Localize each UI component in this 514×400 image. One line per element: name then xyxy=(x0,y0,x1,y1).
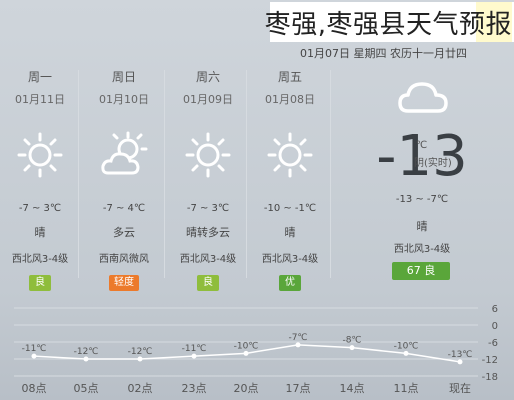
today-wind: 西北风3-4级 xyxy=(393,244,451,255)
temp-range: -10 ~ -1℃ xyxy=(263,203,317,214)
data-label: -10℃ xyxy=(394,341,419,351)
data-label: -10℃ xyxy=(234,341,259,351)
weekday-label: 周六 xyxy=(195,70,220,84)
aqi-badge: 优 xyxy=(279,275,301,291)
column-divider xyxy=(78,70,79,278)
y-tick-label: 0 xyxy=(492,321,498,332)
temp-range: -7 ~ 3℃ xyxy=(18,203,62,214)
today-temp-range: -13 ~ -7℃ xyxy=(395,194,449,205)
column-divider xyxy=(164,70,165,278)
weather-label: 多云 xyxy=(113,226,135,239)
forecast-day-4[interactable]: 周五 01月08日 -10 ~ -1℃ 晴 西北风3-4级 优 xyxy=(260,68,320,291)
today-panel: -13 ℃ 阴(实时) -13 ~ -7℃ 晴 西北风3-4级 67 良 xyxy=(330,68,514,288)
data-point xyxy=(349,345,355,351)
wind-label: 西北风3-4级 xyxy=(11,254,69,265)
data-point xyxy=(243,350,249,356)
x-tick-label: 23点 xyxy=(182,382,207,395)
x-tick-label: 02点 xyxy=(128,382,153,395)
weekday-label: 周五 xyxy=(277,70,302,84)
date-label: 01月11日 xyxy=(15,93,65,106)
temp-range: -7 ~ 3℃ xyxy=(186,203,230,214)
weather-label: 晴转多云 xyxy=(186,226,230,239)
x-tick-label: 20点 xyxy=(234,382,259,395)
wind-label: 西北风3-4级 xyxy=(261,254,319,265)
data-label: -13℃ xyxy=(448,350,473,360)
x-tick-label: 14点 xyxy=(340,382,365,395)
today-aqi-badge: 67 良 xyxy=(392,262,450,280)
data-point xyxy=(137,356,143,362)
temp-range: -7 ~ 4℃ xyxy=(102,203,146,214)
forecast-day-1[interactable]: 周一 01月11日 -7 ~ 3℃ 晴 西北风3-4级 良 xyxy=(10,68,70,291)
wind-label: 西南风微风 xyxy=(99,254,149,265)
data-point xyxy=(83,356,89,362)
x-tick-label: 08点 xyxy=(22,382,47,395)
date-line: 01月07日 星期四 农历十一月廿四 xyxy=(300,47,467,60)
data-point xyxy=(295,342,301,348)
weather-widget: 枣强,枣强县天气预报 01月07日 星期四 农历十一月廿四 周一 01月11日 … xyxy=(0,0,514,400)
forecast-day-2[interactable]: 周日 01月10日 -7 ~ 4℃ 多云 西南风微风 轻度 xyxy=(94,68,154,291)
data-label: -12℃ xyxy=(128,347,153,357)
data-point xyxy=(403,350,409,356)
wind-label: 西北风3-4级 xyxy=(179,254,237,265)
weather-label: 晴 xyxy=(34,226,46,239)
data-point xyxy=(31,353,37,359)
data-label: -7℃ xyxy=(288,333,307,343)
today-weather: 晴 xyxy=(416,220,428,233)
y-tick-label: -6 xyxy=(488,338,498,349)
weekday-label: 周日 xyxy=(111,70,136,84)
aqi-badge: 良 xyxy=(29,275,51,291)
data-point xyxy=(191,353,197,359)
sun-icon xyxy=(267,132,313,178)
data-point xyxy=(457,359,463,365)
data-label: -11℃ xyxy=(22,344,47,354)
x-tick-label: 17点 xyxy=(286,382,311,395)
x-tick-label: 现在 xyxy=(449,382,471,395)
y-tick-label: -18 xyxy=(482,372,498,383)
data-label: -12℃ xyxy=(74,347,99,357)
page-title: 枣强,枣强县天气预报 xyxy=(264,10,512,40)
sun-icon xyxy=(185,132,231,178)
cloud-icon xyxy=(398,82,448,113)
current-condition: 阴(实时) xyxy=(414,158,452,169)
partly-cloudy-icon xyxy=(101,131,148,175)
y-tick-label: 6 xyxy=(492,304,498,315)
data-label: -8℃ xyxy=(342,336,361,346)
weekday-label: 周一 xyxy=(27,70,52,84)
aqi-badge: 轻度 xyxy=(109,275,139,291)
hourly-temperature-chart: 6 0 -6 -12 -18 -11℃ 08点 -12℃ 05点 -12℃ 02点 -11℃ 23点 -1… xyxy=(14,304,498,395)
sun-icon xyxy=(17,132,63,178)
aqi-badge: 良 xyxy=(197,275,219,291)
y-tick-label: -12 xyxy=(482,355,498,366)
x-tick-label: 11点 xyxy=(394,382,419,395)
date-label: 01月09日 xyxy=(183,93,233,106)
column-divider xyxy=(246,70,247,278)
date-label: 01月10日 xyxy=(99,93,149,106)
forecast-day-3[interactable]: 周六 01月09日 -7 ~ 3℃ 晴转多云 西北风3-4级 良 xyxy=(178,68,238,291)
date-label: 01月08日 xyxy=(265,93,315,106)
data-label: -11℃ xyxy=(182,344,207,354)
x-tick-label: 05点 xyxy=(74,382,99,395)
temperature-unit: ℃ xyxy=(416,140,428,151)
weather-label: 晴 xyxy=(284,226,296,239)
